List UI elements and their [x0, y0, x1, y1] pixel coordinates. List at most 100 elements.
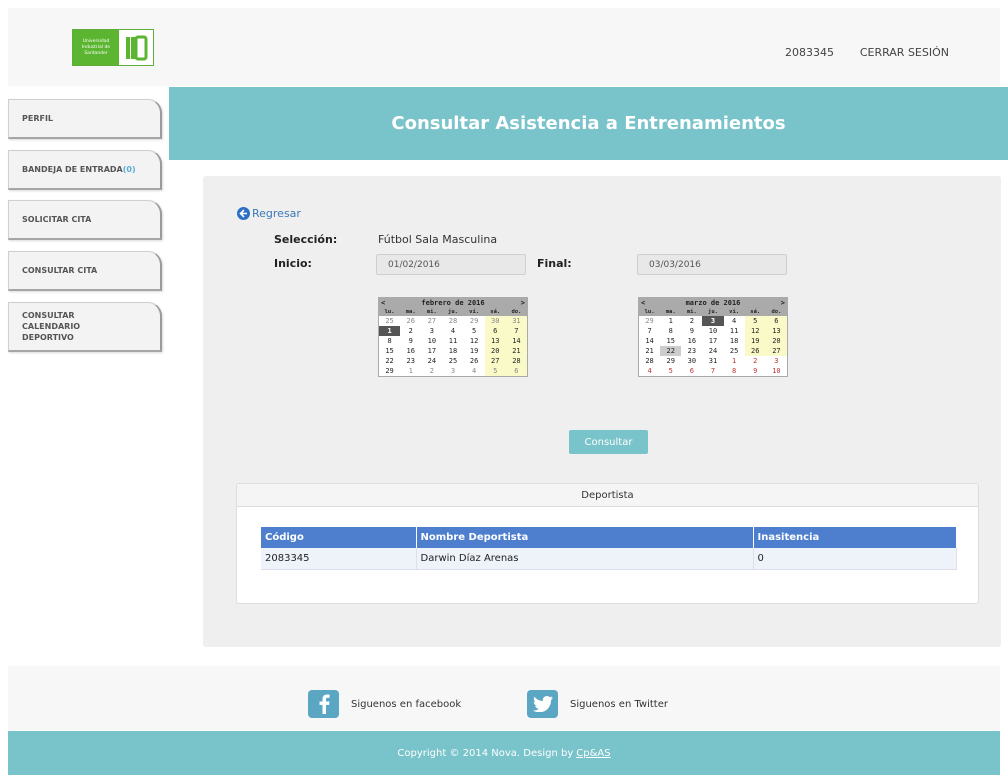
- sidebar-item-calendario[interactable]: CONSULTAR CALENDARIO DEPORTIVO: [8, 302, 162, 352]
- calendar-day[interactable]: 24: [702, 346, 723, 356]
- calendar-day[interactable]: 10: [421, 336, 442, 346]
- calendar-day[interactable]: 29: [660, 356, 681, 366]
- calendar-day[interactable]: 9: [400, 336, 421, 346]
- calendar-day[interactable]: 4: [442, 326, 463, 336]
- calendar-day[interactable]: 20: [765, 336, 787, 346]
- calendar-day[interactable]: 6: [505, 366, 527, 376]
- calendar-day[interactable]: 25: [442, 356, 463, 366]
- calendar-day[interactable]: 26: [464, 356, 485, 366]
- calendar-day[interactable]: 28: [505, 356, 527, 366]
- calendar-day[interactable]: 21: [639, 346, 660, 356]
- calendar-day[interactable]: 4: [464, 366, 485, 376]
- calendar-day[interactable]: 12: [464, 336, 485, 346]
- calendar-day[interactable]: 13: [484, 336, 506, 346]
- calendar-day[interactable]: 1: [379, 326, 401, 336]
- calendar-day[interactable]: 3: [702, 316, 724, 326]
- calendar-day[interactable]: 3: [442, 366, 463, 376]
- calendar-day[interactable]: 1: [400, 366, 421, 376]
- calendar-day[interactable]: 23: [400, 356, 421, 366]
- calendar-day[interactable]: 31: [505, 316, 527, 326]
- calendar-day[interactable]: 19: [464, 346, 485, 356]
- calendar-day[interactable]: 7: [639, 326, 660, 336]
- table-row[interactable]: 2083345 Darwin Díaz Arenas 0: [261, 548, 957, 570]
- calendar-day[interactable]: 14: [639, 336, 660, 346]
- calendar-day[interactable]: 10: [766, 366, 787, 376]
- calendar-day[interactable]: 1: [660, 316, 681, 326]
- calendar-day[interactable]: 17: [702, 336, 723, 346]
- calendar-day[interactable]: 6: [681, 366, 702, 376]
- calendar-day[interactable]: 8: [660, 326, 681, 336]
- calendar-day[interactable]: 16: [400, 346, 421, 356]
- calendar-day[interactable]: 5: [464, 326, 485, 336]
- calendar-day[interactable]: 29: [379, 366, 400, 376]
- sidebar-item-solicitar-cita[interactable]: SOLICITAR CITA: [8, 200, 162, 240]
- calendar-prev-button[interactable]: <: [641, 299, 645, 307]
- sidebar-item-perfil[interactable]: PERFIL: [8, 99, 162, 139]
- sidebar-item-consultar-cita[interactable]: CONSULTAR CITA: [8, 251, 162, 291]
- calendar-day[interactable]: 28: [639, 356, 660, 366]
- logout-link[interactable]: CERRAR SESIÓN: [860, 46, 949, 59]
- uis-logo[interactable]: Universidad Industrial de Santander: [72, 29, 154, 66]
- calendar-day[interactable]: 25: [724, 346, 745, 356]
- calendar-day[interactable]: 1: [724, 356, 745, 366]
- calendar-day[interactable]: 3: [766, 356, 787, 366]
- calendar-day[interactable]: 9: [681, 326, 702, 336]
- calendar-day[interactable]: 7: [702, 366, 723, 376]
- calendar-day[interactable]: 9: [745, 366, 766, 376]
- calendar-day[interactable]: 5: [744, 316, 766, 326]
- calendar-day[interactable]: 29: [639, 316, 660, 326]
- calendar-day[interactable]: 10: [702, 326, 723, 336]
- calendar-day[interactable]: 2: [681, 316, 702, 326]
- back-link[interactable]: Regresar: [237, 207, 301, 220]
- calendar-day[interactable]: 12: [744, 326, 766, 336]
- consultar-button[interactable]: Consultar: [569, 430, 648, 454]
- sidebar-item-inbox[interactable]: BANDEJA DE ENTRADA (0): [8, 150, 162, 190]
- calendar-day[interactable]: 15: [379, 346, 400, 356]
- calendar-day[interactable]: 27: [421, 316, 442, 326]
- calendar-day[interactable]: 4: [639, 366, 660, 376]
- calendar-day[interactable]: 31: [702, 356, 723, 366]
- calendar-day[interactable]: 30: [484, 316, 506, 326]
- calendar-day[interactable]: 22: [660, 346, 682, 356]
- calendar-day[interactable]: 5: [660, 366, 681, 376]
- calendar-day[interactable]: 24: [421, 356, 442, 366]
- calendar-day[interactable]: 26: [744, 346, 766, 356]
- calendar-day[interactable]: 27: [484, 356, 506, 366]
- calendar-day[interactable]: 2: [421, 366, 442, 376]
- calendar-day[interactable]: 17: [421, 346, 442, 356]
- calendar-day[interactable]: 4: [724, 316, 745, 326]
- calendar-day[interactable]: 2: [745, 356, 766, 366]
- calendar-next-button[interactable]: >: [781, 299, 785, 307]
- designer-link[interactable]: Cp&AS: [576, 748, 610, 759]
- calendar-day[interactable]: 2: [400, 326, 421, 336]
- calendar-day[interactable]: 5: [484, 366, 506, 376]
- calendar-day[interactable]: 15: [660, 336, 681, 346]
- calendar-prev-button[interactable]: <: [381, 299, 385, 307]
- calendar-day[interactable]: 3: [421, 326, 442, 336]
- calendar-day[interactable]: 8: [724, 366, 745, 376]
- end-date-input[interactable]: 03/03/2016: [637, 254, 787, 275]
- calendar-day[interactable]: 20: [484, 346, 506, 356]
- calendar-day[interactable]: 11: [442, 336, 463, 346]
- calendar-day[interactable]: 18: [724, 336, 745, 346]
- calendar-day[interactable]: 18: [442, 346, 463, 356]
- calendar-day[interactable]: 23: [681, 346, 702, 356]
- calendar-day[interactable]: 19: [744, 336, 766, 346]
- twitter-link[interactable]: Siguenos en Twitter: [527, 690, 668, 718]
- calendar-day[interactable]: 8: [379, 336, 400, 346]
- facebook-link[interactable]: Siguenos en facebook: [308, 690, 461, 718]
- calendar-day[interactable]: 27: [765, 346, 787, 356]
- start-date-input[interactable]: 01/02/2016: [376, 254, 526, 275]
- calendar-day[interactable]: 30: [681, 356, 702, 366]
- calendar-day[interactable]: 11: [724, 326, 745, 336]
- calendar-day[interactable]: 29: [464, 316, 485, 326]
- calendar-day[interactable]: 28: [442, 316, 463, 326]
- calendar-day[interactable]: 26: [400, 316, 421, 326]
- calendar-day[interactable]: 16: [681, 336, 702, 346]
- calendar-day[interactable]: 6: [484, 326, 506, 336]
- calendar-day[interactable]: 13: [765, 326, 787, 336]
- calendar-day[interactable]: 6: [765, 316, 787, 326]
- calendar-next-button[interactable]: >: [521, 299, 525, 307]
- calendar-day[interactable]: 7: [505, 326, 527, 336]
- calendar-day[interactable]: 25: [379, 316, 400, 326]
